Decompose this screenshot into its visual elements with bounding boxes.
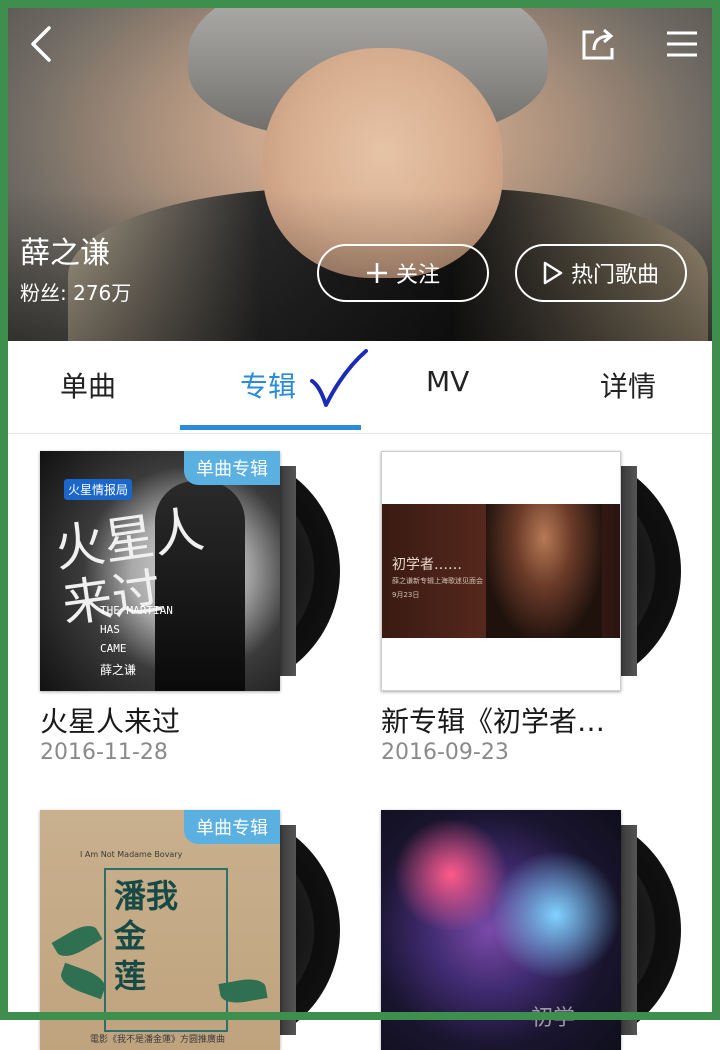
cover-logo: 火星情报局 [64,479,133,500]
album-cover: 初学者…… 薛之谦新专辑上海歌迷见面会 9月23日 [381,451,621,691]
active-tab-indicator [180,425,361,430]
tab-details[interactable]: 详情 [600,365,656,405]
album-cover: 初学 [381,810,621,1050]
follow-button[interactable]: 关注 [317,244,489,302]
hot-songs-label: 热门歌曲 [570,263,659,288]
hamburger-menu-icon [667,31,697,57]
hot-songs-button[interactable]: 热门歌曲 [515,244,687,302]
artist-name: 薛之谦 [20,236,110,271]
single-album-badge: 单曲专辑 [184,810,280,844]
album-title: 新专辑《初学者… [381,705,606,738]
album-cover: I Am Not Madame Bovary 潘我 金 莲 電影《我不是潘金蓮》… [40,810,280,1050]
plus-icon [366,262,388,284]
fans-count: 粉丝: 276万 [20,281,132,305]
follow-label: 关注 [395,263,440,288]
tab-bar: 单曲 专辑 MV 详情 [8,341,712,434]
tab-albums[interactable]: 专辑 [240,365,296,405]
tab-mv[interactable]: MV [426,365,469,398]
single-album-badge: 单曲专辑 [184,451,280,485]
play-icon [543,261,563,285]
share-button[interactable] [576,22,620,66]
album-title: 火星人来过 [40,705,181,738]
menu-button[interactable] [660,22,704,66]
back-button[interactable] [20,22,64,66]
album-date: 2016-09-23 [381,740,509,765]
album-date: 2016-11-28 [40,740,168,765]
tab-singles[interactable]: 单曲 [60,365,116,405]
checkmark-annotation-icon [310,349,368,407]
chevron-left-icon [31,26,51,62]
share-icon [582,28,614,60]
album-cover: 火星情报局 火星人 来过 THE MARTIAN HAS CAME 薛之谦 单曲… [40,451,280,691]
